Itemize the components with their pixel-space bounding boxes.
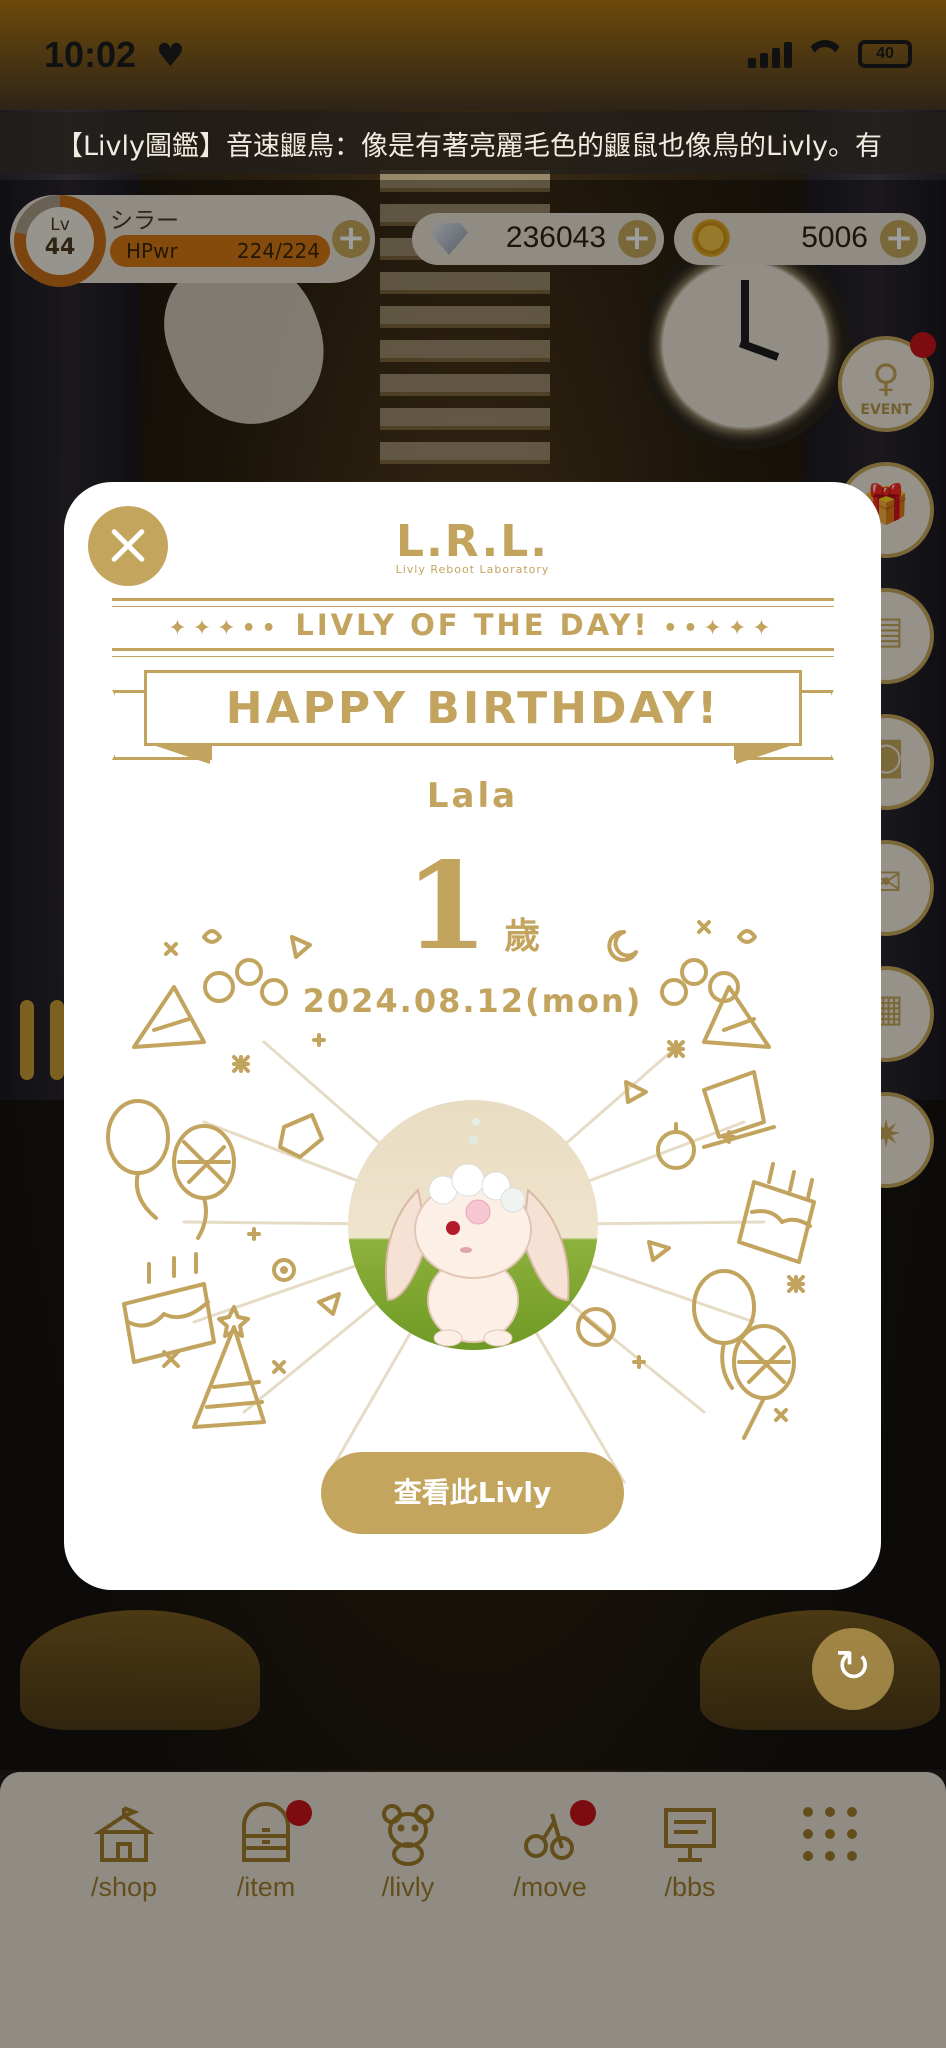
divider	[112, 598, 834, 601]
refresh-button[interactable]: ↻	[812, 1628, 894, 1710]
signal-icon	[748, 42, 792, 68]
status-bar: 10:02 ♥ 40	[0, 0, 946, 110]
livly-portrait	[348, 1100, 598, 1350]
view-livly-button[interactable]: 查看此Livly	[321, 1452, 624, 1534]
ticker-text: 【Livly圖鑑】音速鼴鳥：像是有著亮麗毛色的鼴鼠也像鳥的Livly。有	[56, 131, 883, 162]
livly-age: 1歲	[64, 836, 881, 977]
age-unit: 歲	[504, 916, 541, 957]
sparkle-icon: ••✦✦✦	[649, 616, 777, 641]
divider	[112, 656, 834, 657]
battery-icon: 40	[858, 40, 912, 68]
news-ticker[interactable]: 【Livly圖鑑】音速鼴鳥：像是有著亮麗毛色的鼴鼠也像鳥的Livly。有	[0, 112, 946, 174]
wifi-icon	[806, 40, 844, 68]
birthday-banner: HAPPY BIRTHDAY!	[112, 670, 834, 768]
bottom-nav-overlay	[0, 1772, 946, 2048]
lrl-logo: L.R.L. Livly Reboot Laboratory	[395, 516, 550, 576]
clock-time: 10:02	[44, 34, 137, 75]
age-number: 1	[404, 836, 489, 977]
sparkle-icon: ✦✦✦••	[168, 616, 296, 641]
livly-of-the-day-title: ✦✦✦•• LIVLY OF THE DAY! ••✦✦✦	[168, 608, 777, 642]
birthday-date: 2024.08.12(mon)	[302, 982, 643, 1020]
livly-name: Lala	[426, 776, 519, 816]
birthday-modal: L.R.L. Livly Reboot Laboratory ✦✦✦•• LIV…	[64, 482, 881, 1590]
divider	[112, 648, 834, 651]
heart-icon: ♥	[156, 36, 185, 74]
refresh-icon: ↻	[834, 1641, 872, 1692]
banner-text: HAPPY BIRTHDAY!	[225, 683, 721, 734]
divider	[112, 606, 834, 607]
